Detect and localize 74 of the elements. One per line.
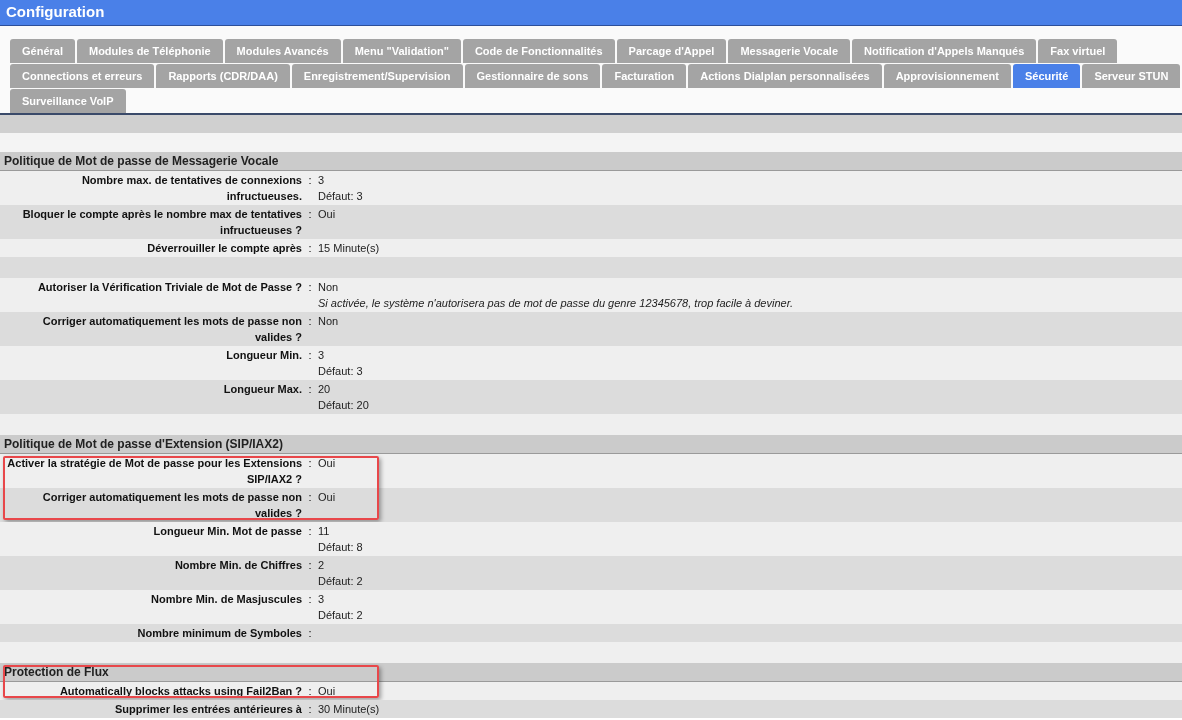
tab[interactable]: Modules de Téléphonie <box>76 39 223 63</box>
setting-value: Non <box>318 314 339 329</box>
setting-label: Longueur Max. <box>223 383 302 395</box>
setting-value: 3 <box>318 348 326 363</box>
label-separator: : <box>308 559 312 571</box>
setting-label: Déverrouiller le compte après <box>147 242 302 254</box>
default-value: Défaut: 3 <box>318 189 363 204</box>
setting-value: 2 <box>318 558 326 573</box>
setting-value: Oui <box>318 684 336 699</box>
tab[interactable]: Code de Fonctionnalités <box>462 39 615 63</box>
section-heading: Politique de Mot de passe de Messagerie Vocale <box>0 152 1182 171</box>
section-heading: Politique de Mot de passe d'Extension (SIP/IAX2) <box>0 435 1182 454</box>
default-value: Défaut: 2 <box>318 608 363 623</box>
default-value: Défaut: 8 <box>318 540 363 555</box>
tab[interactable]: Parcage d'Appel <box>616 39 727 63</box>
tab[interactable]: Surveillance VoIP <box>10 89 126 113</box>
setting-value: Non <box>318 280 340 295</box>
setting-label: Nombre minimum de Symboles <box>137 627 302 639</box>
tab[interactable]: Fax virtuel <box>1038 39 1118 63</box>
setting-value: 20 <box>318 382 332 397</box>
setting-label: Nombre Min. de Masjuscules <box>151 593 302 605</box>
tab[interactable]: Gestionnaire de sons <box>464 64 601 88</box>
label-separator: : <box>308 703 312 715</box>
tab[interactable]: Rapports (CDR/DAA) <box>156 64 290 88</box>
default-value: Défaut: 3 <box>318 364 363 379</box>
label-separator: : <box>308 593 312 605</box>
label-separator: : <box>308 491 312 503</box>
setting-value: 11 <box>318 524 331 539</box>
label-separator: : <box>308 281 312 293</box>
tab[interactable]: Connections et erreurs <box>10 64 155 88</box>
setting-value: Oui <box>318 490 336 505</box>
setting-label: Bloquer le compte après le nombre max de tentatives infructueuses ? <box>22 208 302 236</box>
setting-label: Activer la stratégie de Mot de passe pour les Extensions SIP/IAX2 ? <box>7 457 302 485</box>
default-value: Défaut: 2 <box>318 574 363 589</box>
label-separator: : <box>308 685 312 697</box>
setting-label: Longueur Min. Mot de passe <box>153 525 302 537</box>
setting-value: 3 <box>318 173 326 188</box>
setting-label: Nombre Min. de Chiffres <box>174 559 302 571</box>
tab[interactable]: Enregistrement/Supervision <box>291 64 463 88</box>
setting-label: Autoriser la Vérification Triviale de Mot de Passe ? <box>37 281 302 293</box>
setting-label: Nombre max. de tentatives de connexions infructueuses. <box>81 174 302 202</box>
setting-label: Corriger automatiquement les mots de passe non valides ? <box>42 491 302 519</box>
label-separator: : <box>308 525 312 537</box>
setting-label: Longueur Min. <box>226 349 302 361</box>
label-separator: : <box>308 208 312 220</box>
label-separator: : <box>308 457 312 469</box>
setting-label: Automatically blocks attacks using Fail2Ban ? <box>59 685 302 697</box>
tab[interactable]: Actions Dialplan personnalisées <box>688 64 882 88</box>
window-title: Configuration <box>6 2 105 23</box>
tab[interactable]: Menu "Validation" <box>342 39 461 63</box>
tab[interactable]: Facturation <box>602 64 687 88</box>
label-separator: : <box>308 627 312 639</box>
label-separator: : <box>308 174 312 186</box>
label-separator: : <box>308 242 312 254</box>
setting-label: Corriger automatiquement les mots de passe non valides ? <box>42 315 302 343</box>
label-separator: : <box>308 315 312 327</box>
setting-value: Oui <box>318 456 336 471</box>
section-heading: Protection de Flux <box>0 663 1182 682</box>
tab[interactable]: Modules Avancés <box>224 39 341 63</box>
setting-value: 15 Minute(s) <box>318 241 380 256</box>
setting-value: 3 <box>318 592 326 607</box>
tab[interactable]: Général <box>10 39 75 63</box>
setting-value: 30 Minute(s) <box>318 702 380 717</box>
default-value: Défaut: 20 <box>318 398 369 413</box>
tab[interactable]: Serveur STUN <box>1082 64 1181 88</box>
tab[interactable]: Sécurité <box>1012 64 1081 88</box>
tab[interactable]: Approvisionnement <box>883 64 1011 88</box>
label-separator: : <box>308 383 312 395</box>
setting-label: Supprimer les entrées antérieures à <box>114 703 302 715</box>
tab[interactable]: Notification d'Appels Manqués <box>852 39 1037 63</box>
label-separator: : <box>308 349 312 361</box>
setting-note: Si activée, le système n'autorisera pas de mot de passe du genre 12345678, trop facile à deviner. <box>318 296 793 311</box>
setting-value: Oui <box>318 207 336 222</box>
tab[interactable]: Messagerie Vocale <box>728 39 850 63</box>
